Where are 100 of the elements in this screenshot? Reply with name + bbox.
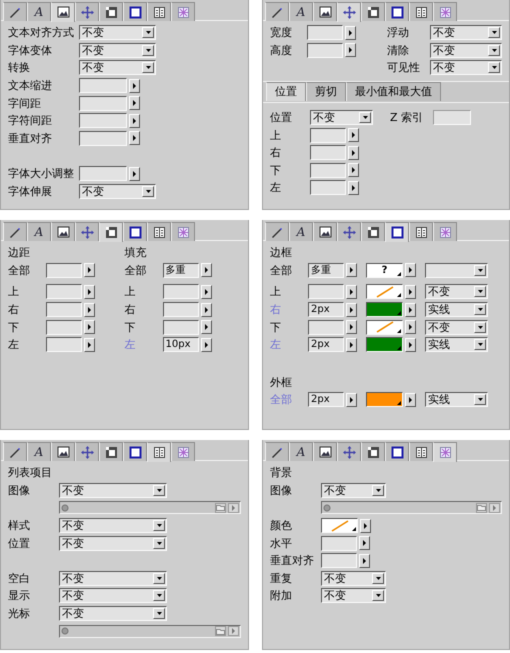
tab[interactable] [99, 222, 123, 242]
input-field[interactable]: 2px [308, 337, 344, 352]
input-field[interactable] [310, 128, 346, 143]
tab[interactable] [313, 2, 337, 21]
input-field[interactable]: 2px [308, 392, 344, 408]
input-field[interactable] [79, 166, 127, 182]
input-field[interactable] [162, 284, 198, 300]
input-field[interactable] [321, 553, 357, 568]
tab[interactable] [51, 442, 75, 461]
input-field[interactable] [307, 42, 343, 58]
tab[interactable] [361, 222, 385, 241]
tab[interactable] [123, 222, 147, 241]
input-field[interactable] [310, 162, 346, 178]
dropdown[interactable]: 不变 [59, 570, 167, 586]
dropdown[interactable]: 不变 [59, 482, 167, 498]
tab[interactable] [337, 2, 361, 22]
dropdown[interactable]: 不变 [59, 518, 167, 534]
input-field[interactable] [162, 302, 198, 318]
input-field[interactable] [308, 320, 344, 335]
path-field[interactable] [59, 624, 241, 638]
dropdown[interactable]: 不变 [321, 588, 386, 604]
tab[interactable] [3, 442, 27, 461]
input-field[interactable] [46, 302, 82, 318]
dropdown[interactable]: 不变 [59, 606, 167, 622]
input-field[interactable] [310, 145, 346, 160]
dropdown[interactable]: 实线 [425, 302, 488, 318]
tab[interactable] [265, 2, 289, 21]
tab[interactable] [51, 222, 75, 241]
dropdown[interactable]: 不变 [79, 42, 156, 58]
tab[interactable] [265, 442, 289, 461]
tab[interactable] [337, 222, 361, 241]
dropdown[interactable] [425, 262, 488, 278]
input-field[interactable] [79, 130, 127, 146]
color-picker[interactable] [366, 337, 403, 352]
input-field[interactable] [310, 180, 346, 196]
dropdown[interactable]: 不变 [59, 588, 167, 604]
color-picker[interactable] [366, 284, 403, 300]
tab[interactable]: A [27, 442, 51, 461]
dropdown[interactable]: 不变 [425, 320, 488, 335]
input-field[interactable] [162, 320, 198, 335]
tab[interactable] [123, 2, 147, 21]
tab[interactable] [3, 2, 27, 21]
tab[interactable] [265, 222, 289, 241]
input-field[interactable] [307, 25, 343, 40]
tab[interactable] [409, 2, 433, 21]
input-field[interactable] [308, 284, 344, 300]
folder-button[interactable] [215, 502, 226, 513]
tab[interactable] [75, 2, 99, 21]
tab[interactable] [99, 442, 123, 461]
tab[interactable] [361, 442, 385, 461]
tab[interactable]: 剪切 [306, 82, 346, 101]
tab[interactable] [75, 442, 99, 461]
tab[interactable] [99, 2, 123, 21]
color-picker[interactable]: ? [366, 262, 403, 278]
tab[interactable]: 最小值和最大值 [346, 82, 441, 101]
input-field[interactable] [46, 284, 82, 300]
tab[interactable]: 位置 [266, 82, 306, 101]
tab[interactable] [147, 222, 171, 241]
tab[interactable]: A [27, 222, 51, 241]
tab[interactable] [385, 2, 409, 21]
dropdown[interactable]: 不变 [430, 25, 502, 40]
input-field[interactable] [46, 320, 82, 335]
tab[interactable] [313, 442, 337, 461]
input-field[interactable]: 多重 [162, 262, 198, 278]
tab[interactable] [3, 222, 27, 241]
color-picker[interactable] [366, 320, 403, 335]
dropdown[interactable]: 不变 [79, 60, 156, 76]
dropdown[interactable]: 实线 [425, 392, 488, 408]
color-picker[interactable] [366, 302, 403, 318]
dropdown[interactable]: 实线 [425, 337, 488, 352]
input-field[interactable] [79, 96, 127, 111]
dropdown[interactable]: 不变 [321, 570, 386, 586]
input-field[interactable] [321, 536, 357, 551]
tab[interactable]: A [289, 442, 313, 461]
input-field[interactable] [79, 78, 127, 94]
tab[interactable] [409, 442, 433, 461]
tab[interactable] [409, 222, 433, 241]
tab[interactable] [385, 222, 409, 242]
color-picker[interactable] [366, 392, 403, 408]
dropdown[interactable]: 不变 [425, 284, 488, 300]
input-field[interactable] [79, 113, 127, 128]
tab[interactable] [147, 442, 171, 462]
dropdown[interactable]: 不变 [430, 60, 502, 76]
tab[interactable] [385, 442, 409, 461]
tab[interactable] [361, 2, 385, 21]
color-picker[interactable] [321, 518, 358, 534]
tab[interactable] [147, 2, 171, 21]
input-field[interactable] [433, 110, 471, 126]
dropdown[interactable]: 不变 [79, 25, 156, 40]
input-field[interactable]: 2px [308, 302, 344, 318]
tab[interactable]: A [289, 222, 313, 241]
path-field[interactable] [59, 501, 241, 514]
input-field[interactable]: 10px [162, 337, 198, 352]
tab[interactable]: A [27, 2, 51, 21]
path-field[interactable] [321, 501, 502, 514]
tab[interactable] [51, 2, 75, 22]
tab[interactable] [75, 222, 99, 241]
tab[interactable] [337, 442, 361, 461]
dropdown[interactable]: 不变 [310, 110, 373, 126]
dropdown[interactable]: 不变 [430, 42, 502, 58]
